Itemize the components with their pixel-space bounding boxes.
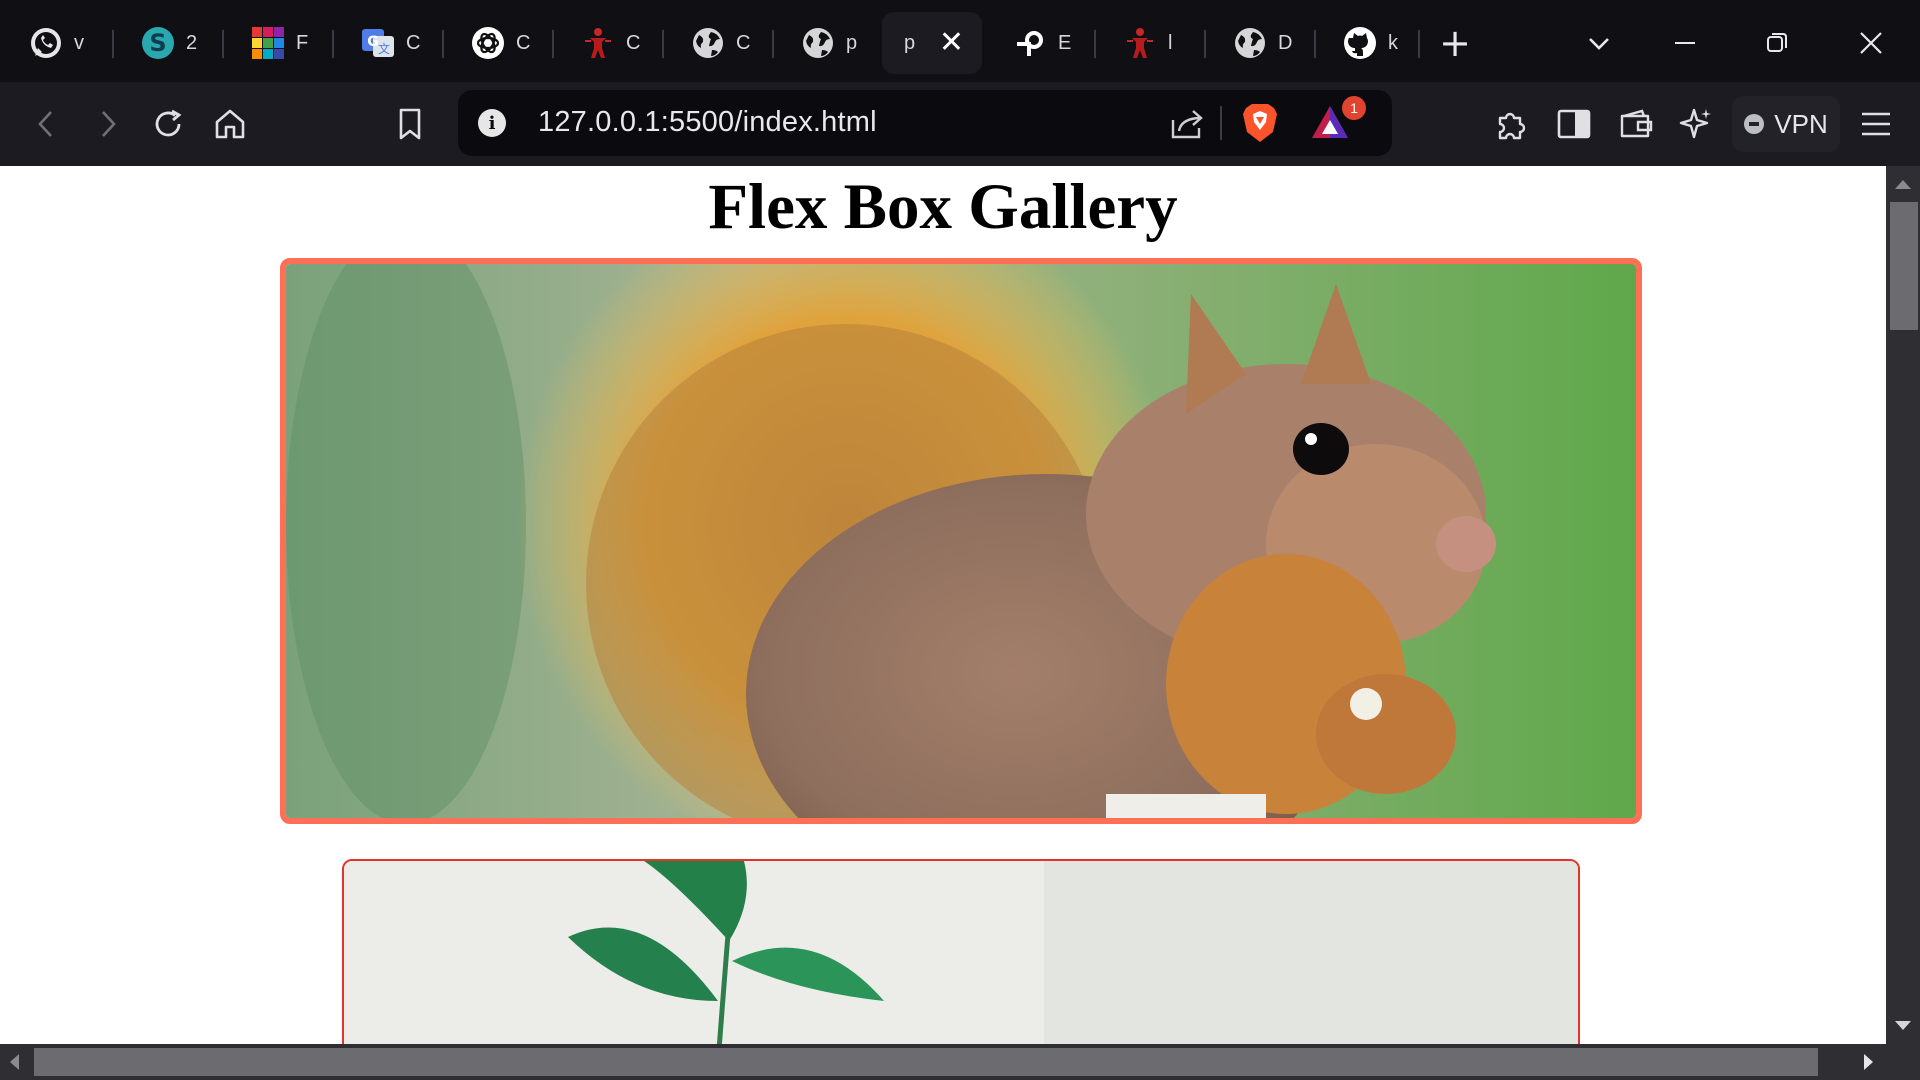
tab-globe[interactable]: p <box>772 12 882 74</box>
page-title: Flex Box Gallery <box>708 171 1178 243</box>
tab-title: E <box>1058 31 1072 54</box>
minimize-icon <box>1675 42 1695 44</box>
share-icon[interactable] <box>1168 104 1206 142</box>
tab-globe[interactable]: D <box>1204 12 1314 74</box>
vpn-status-icon <box>1744 114 1765 134</box>
home-icon <box>215 109 245 139</box>
chevron-right-icon <box>102 111 116 137</box>
tab-title: C <box>736 31 750 54</box>
restore-button[interactable] <box>1754 20 1800 66</box>
rewards-badge: 1 <box>1342 96 1366 120</box>
scroll-down-arrow-icon[interactable] <box>1895 1021 1911 1030</box>
pointer-p-icon <box>1012 25 1048 61</box>
vertical-scroll-thumb[interactable] <box>1890 202 1918 330</box>
red-figure-icon <box>580 25 616 61</box>
tab-title: F <box>296 31 309 54</box>
google-translate-icon: G文 <box>360 25 396 61</box>
home-button[interactable] <box>206 100 254 148</box>
globe-icon <box>1232 25 1268 61</box>
red-figure-icon <box>1122 25 1158 61</box>
hamburger-menu-icon <box>1862 112 1890 136</box>
restore-icon <box>1767 33 1787 52</box>
minimize-button[interactable] <box>1662 20 1708 66</box>
tab-pointer[interactable]: E <box>984 12 1094 74</box>
scroll-up-arrow-icon[interactable] <box>1895 180 1911 189</box>
tab-title: C <box>406 31 420 54</box>
svg-text:S: S <box>149 29 166 57</box>
globe-icon <box>800 25 836 61</box>
navigation-toolbar: i 127.0.0.1:5500/index.html 1 VPN <box>0 82 1920 166</box>
chevron-left-icon <box>38 111 52 137</box>
back-button[interactable] <box>22 100 70 148</box>
tab-title: v <box>74 31 84 54</box>
github-icon <box>1342 25 1378 61</box>
tab-github[interactable]: k <box>1314 12 1424 74</box>
plus-icon: + <box>1439 21 1471 65</box>
tab-title: p <box>904 31 916 54</box>
forward-button[interactable] <box>84 100 132 148</box>
extensions-button[interactable] <box>1488 100 1536 148</box>
tab-openai[interactable]: C <box>442 12 552 74</box>
url-text[interactable]: 127.0.0.1:5500/index.html <box>538 106 877 139</box>
new-tab-button[interactable]: + <box>1432 20 1478 66</box>
tab-google-translate[interactable]: G文 C <box>332 12 442 74</box>
close-tab-icon[interactable]: ✕ <box>939 28 964 58</box>
tab-globe[interactable]: C <box>662 12 772 74</box>
sidebar-button[interactable] <box>1550 100 1598 148</box>
chevron-down-icon <box>1589 38 1609 50</box>
openai-icon <box>470 25 506 61</box>
color-grid-icon <box>250 25 286 61</box>
tab-separator <box>1418 30 1420 58</box>
horizontal-scroll-thumb[interactable] <box>34 1048 1818 1076</box>
puzzle-icon <box>1498 112 1526 140</box>
site-info-icon[interactable]: i <box>478 109 506 137</box>
horizontal-scrollbar[interactable] <box>0 1044 1920 1080</box>
wallet-button[interactable] <box>1612 100 1660 148</box>
leo-ai-button[interactable] <box>1672 100 1720 148</box>
vertical-scrollbar[interactable] <box>1886 166 1920 1044</box>
globe-icon <box>690 25 726 61</box>
address-divider <box>1220 106 1222 140</box>
scratch-s-icon: S <box>140 25 176 61</box>
reload-icon <box>155 109 182 137</box>
tab-scratch[interactable]: S 2 <box>112 12 222 74</box>
tab-title: p <box>846 31 858 54</box>
vpn-button[interactable]: VPN <box>1732 96 1840 152</box>
tab-whatsapp[interactable]: v <box>0 12 110 74</box>
vpn-label: VPN <box>1774 108 1828 139</box>
tab-title: D <box>1278 31 1292 54</box>
close-icon <box>1860 32 1882 54</box>
bookmark-button[interactable] <box>386 100 434 148</box>
plant-photo <box>344 861 1578 1044</box>
whatsapp-icon <box>28 25 64 61</box>
tab-title: l <box>1168 31 1173 54</box>
scrollbar-corner <box>1886 1044 1920 1080</box>
gallery-image-squirrel <box>280 258 1642 824</box>
tab-active[interactable]: p ✕ <box>882 12 982 74</box>
tab-color-grid[interactable]: F <box>222 12 332 74</box>
svg-text:文: 文 <box>378 41 390 56</box>
gallery-image-plant <box>342 859 1580 1044</box>
page-viewport: Flex Box Gallery <box>0 166 1886 1044</box>
tab-list-button[interactable] <box>1576 20 1622 66</box>
tab-title: C <box>626 31 640 54</box>
bookmark-icon <box>399 108 421 140</box>
main-menu-button[interactable] <box>1852 100 1900 148</box>
tab-red-figure[interactable]: C <box>552 12 662 74</box>
scroll-left-arrow-icon[interactable] <box>10 1054 19 1070</box>
sparkle-icon <box>1679 108 1711 139</box>
close-window-button[interactable] <box>1848 20 1894 66</box>
tab-title: C <box>516 31 530 54</box>
tab-strip: v S 2 F G文 C C C C p p ✕ E l D k + <box>0 0 1920 82</box>
sidebar-icon <box>1557 109 1591 139</box>
tab-red-figure[interactable]: l <box>1094 12 1204 74</box>
brave-shields-icon[interactable] <box>1240 102 1280 144</box>
squirrel-photo <box>286 264 1636 818</box>
address-bar[interactable]: i 127.0.0.1:5500/index.html 1 <box>458 90 1392 156</box>
reload-button[interactable] <box>144 100 192 148</box>
tab-title: k <box>1388 31 1398 54</box>
tab-title: 2 <box>186 31 198 54</box>
wallet-icon <box>1620 109 1653 138</box>
scroll-right-arrow-icon[interactable] <box>1864 1054 1873 1070</box>
